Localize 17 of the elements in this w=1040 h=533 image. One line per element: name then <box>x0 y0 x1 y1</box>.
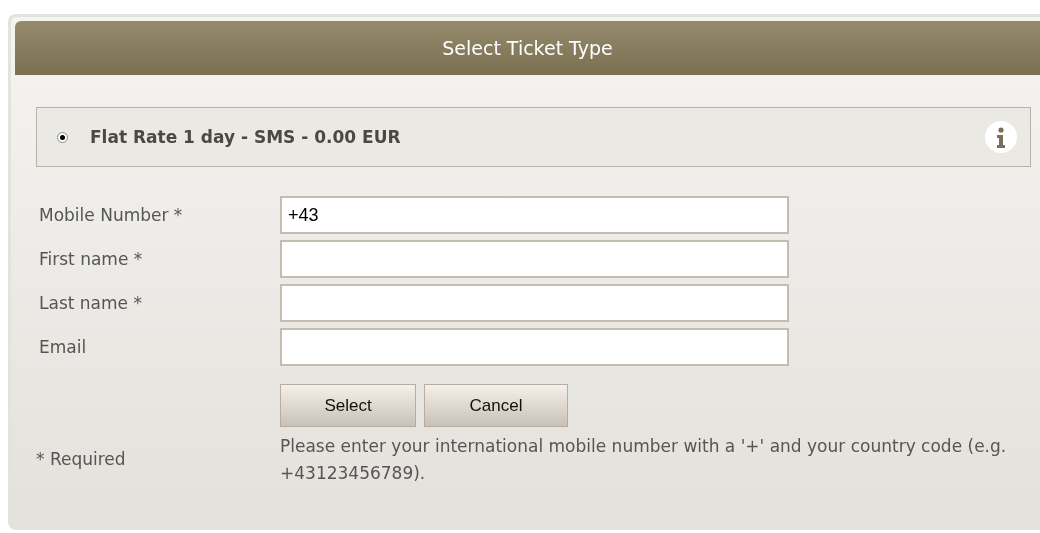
field-label: Email <box>38 337 88 357</box>
input-field[interactable] <box>280 240 789 278</box>
radio-button[interactable] <box>57 131 68 143</box>
field-label: Mobile Number * <box>38 205 184 225</box>
input-field[interactable] <box>280 328 789 366</box>
option-label: Flat Rate 1 day - SMS - 0.00 EUR <box>90 127 402 147</box>
help-text: Please enter your international mobile number with a '+' and your country code (e.g. +43123456789). <box>280 435 1008 485</box>
select-button[interactable]: Select <box>280 384 416 427</box>
ticket-option[interactable]: Flat Rate 1 day - SMS - 0.00 EUR <box>36 107 1031 167</box>
field-label: First name * <box>38 249 144 269</box>
dialog-title: Select Ticket Type <box>441 37 614 59</box>
cancel-button[interactable]: Cancel <box>424 384 568 427</box>
input-field[interactable]: +43 <box>280 196 789 234</box>
required-note: * Required <box>36 448 127 471</box>
info-icon[interactable] <box>984 120 1018 154</box>
field-label: Last name * <box>38 293 143 313</box>
input-field[interactable] <box>280 284 789 322</box>
